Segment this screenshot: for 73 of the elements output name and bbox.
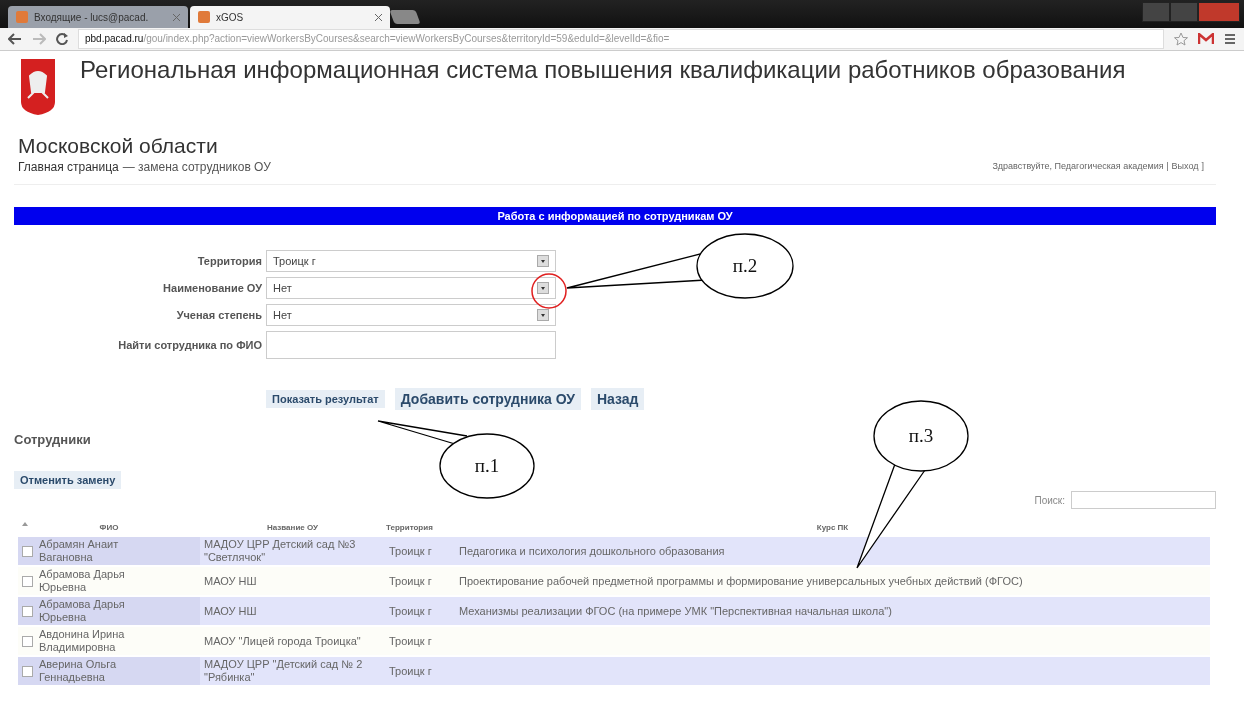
logout-link[interactable]: Выход bbox=[1171, 161, 1199, 171]
callout-label: п.1 bbox=[473, 455, 501, 477]
browser-tab[interactable]: xGOS bbox=[190, 6, 390, 28]
table-cell-text: Абрамян Анаит Вагановна bbox=[39, 538, 120, 564]
sort-icon[interactable] bbox=[22, 522, 28, 526]
checkbox[interactable] bbox=[22, 635, 33, 647]
table-cell: Троицк г bbox=[389, 634, 432, 647]
breadcrumb-link[interactable]: Главная страница bbox=[18, 160, 119, 174]
section-heading: Сотрудники bbox=[14, 432, 91, 447]
table-cell: Троицк г bbox=[389, 574, 432, 587]
breadcrumb-current: — замена сотрудников ОУ bbox=[122, 160, 271, 174]
greeting-text: Здравствуйте, Педагогическая академия | bbox=[992, 161, 1169, 171]
column-header[interactable]: Курс ПК bbox=[816, 522, 849, 532]
cancel-button[interactable]: Отменить замену bbox=[14, 471, 122, 489]
search-field[interactable] bbox=[1071, 491, 1216, 509]
table-cell-text: Абрамова Дарья Юрьевна bbox=[39, 598, 126, 624]
tab-favicon-icon bbox=[198, 11, 210, 23]
close-window-button[interactable] bbox=[1198, 2, 1240, 22]
close-icon[interactable] bbox=[173, 13, 180, 21]
tab-favicon-icon bbox=[16, 11, 28, 23]
form-button[interactable]: Добавить сотрудника ОУ bbox=[394, 388, 581, 410]
checkbox[interactable] bbox=[22, 665, 33, 677]
table-cell: МАОУ "Лицей города Троицка" bbox=[204, 634, 361, 647]
browser-tab[interactable]: Входящие - lucs@pacad. bbox=[8, 6, 188, 28]
highlight-circle bbox=[531, 273, 567, 309]
minimize-button[interactable] bbox=[1142, 2, 1170, 22]
maximize-button[interactable] bbox=[1170, 2, 1198, 22]
search-label: Поиск: bbox=[1034, 494, 1065, 506]
dropdown-field[interactable]: Нет bbox=[266, 277, 556, 299]
dropdown-field[interactable]: Нет bbox=[266, 304, 556, 326]
mail-icon[interactable] bbox=[1198, 33, 1214, 45]
close-icon[interactable] bbox=[375, 13, 382, 21]
checkbox[interactable] bbox=[22, 605, 33, 617]
page-title: Региональная информационная система повышения квалификации работников образования bbox=[80, 56, 1126, 84]
back-arrow-icon[interactable] bbox=[8, 33, 22, 45]
callout-label: п.2 bbox=[731, 255, 759, 277]
table-cell: МАОУ НШ bbox=[204, 604, 257, 617]
input-field[interactable] bbox=[266, 331, 556, 359]
new-tab-button[interactable] bbox=[389, 10, 421, 24]
field-label: Найти сотрудника по ФИО bbox=[117, 339, 262, 351]
field-label: Ученая степень bbox=[175, 309, 262, 321]
page-subtitle: Московской области bbox=[17, 134, 219, 158]
column-header[interactable]: Название ОУ bbox=[267, 522, 318, 532]
callout-label: п.3 bbox=[907, 425, 935, 447]
section-banner: Работа с информацией по сотрудникам ОУ bbox=[14, 207, 1216, 225]
bracket-text: ] bbox=[1201, 161, 1204, 171]
table-cell: Проектирование рабочей предметной программы и формирование универсальных учебных действий (ФГОС) bbox=[459, 574, 1023, 587]
menu-icon[interactable] bbox=[1224, 33, 1236, 45]
address-field[interactable]: pbd.pacad.ru/gou/index.php?action=viewWorkersByCourses&search=viewWorkersByCourses&territoryId=59&eduId=&levelId=&fio= bbox=[78, 29, 1164, 49]
checkbox[interactable] bbox=[22, 575, 33, 587]
table-cell-text: Авдонина Ирина Владимировна bbox=[39, 628, 126, 654]
table-cell-text: Аверина Ольга Геннадьевна bbox=[39, 658, 118, 684]
checkbox[interactable] bbox=[22, 545, 33, 557]
table-cell: Механизмы реализации ФГОС (на примере УМК "Перспективная начальная школа") bbox=[459, 604, 892, 617]
form-button[interactable]: Назад bbox=[590, 388, 645, 410]
table-cell: Троицк г bbox=[389, 664, 432, 677]
column-header[interactable]: Территория bbox=[386, 522, 433, 532]
field-label: Наименование ОУ bbox=[162, 282, 262, 294]
form-button[interactable]: Показать результат bbox=[266, 390, 385, 408]
table-cell: Педагогика и психология дошкольного образования bbox=[459, 544, 725, 557]
column-header[interactable]: ФИО bbox=[99, 522, 119, 532]
table-cell: Троицк г bbox=[389, 604, 432, 617]
forward-arrow-icon[interactable] bbox=[32, 33, 46, 45]
reload-icon[interactable] bbox=[56, 33, 68, 45]
field-label: Территория bbox=[196, 255, 262, 267]
table-cell: МАДОУ ЦРР Детский сад №3 "Светлячок" bbox=[204, 538, 356, 563]
table-cell: МАДОУ ЦРР "Детский сад № 2 "Рябинка" bbox=[204, 658, 363, 683]
star-icon[interactable] bbox=[1174, 32, 1188, 46]
table-cell: Троицк г bbox=[389, 544, 432, 557]
table-cell-text: Абрамова Дарья Юрьевна bbox=[39, 568, 126, 594]
coat-of-arms-icon bbox=[20, 58, 56, 116]
table-cell: МАОУ НШ bbox=[204, 574, 257, 587]
dropdown-field[interactable]: Троицк г bbox=[266, 250, 556, 272]
